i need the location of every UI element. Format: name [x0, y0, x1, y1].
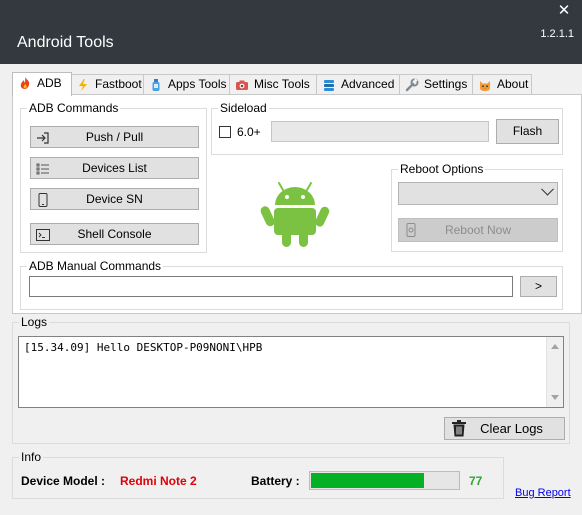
tab-fastboot[interactable]: Fastboot [70, 74, 145, 94]
group-title: Info [19, 450, 44, 464]
logs-group: Logs [15.34.09] Hello DESKTOP-P09NONI\HP… [12, 315, 570, 444]
android6-checkbox[interactable] [219, 126, 231, 138]
reboot-now-button[interactable]: Reboot Now [398, 218, 558, 242]
battery-value: 77 [469, 474, 483, 488]
device-model-value: Redmi Note 2 [120, 474, 197, 488]
group-title: ADB Commands [27, 101, 121, 115]
android6-label: 6.0+ [237, 125, 261, 139]
battery-label: Battery : [251, 474, 300, 488]
tab-label: ADB [37, 76, 62, 90]
battery-fill [311, 473, 424, 488]
sideload-group: Sideload 6.0+ Flash [211, 101, 563, 155]
tab-label: Apps Tools [168, 77, 227, 91]
camera-icon [236, 80, 248, 90]
list-icon [36, 163, 49, 175]
version-label: 1.2.1.1 [540, 28, 574, 40]
flash-button[interactable]: Flash [496, 119, 559, 144]
login-arrow-icon [37, 132, 49, 144]
window-title: Android Tools [17, 34, 114, 51]
adb-commands-group: ADB Commands Push / Pull Devices List De… [20, 101, 207, 253]
log-line: [15.34.09] Hello DESKTOP-P09NONI\HPB [24, 341, 263, 354]
tab-label: Advanced [341, 77, 395, 91]
reboot-options-group: Reboot Options Reboot Now [391, 162, 563, 252]
scroll-up-icon[interactable] [551, 344, 559, 349]
push-pull-button[interactable]: Push / Pull [30, 126, 199, 148]
chevron-down-icon [541, 182, 554, 196]
device-sn-button[interactable]: Device SN [30, 188, 199, 210]
send-command-button[interactable]: > [520, 276, 557, 297]
group-title: Reboot Options [398, 162, 486, 176]
tab-adb[interactable]: ADB [12, 72, 72, 96]
tab-settings[interactable]: Settings [399, 74, 474, 94]
stack-icon [324, 80, 334, 91]
tab-about[interactable]: About [472, 74, 532, 94]
info-group: Info Device Model : Redmi Note 2 Battery… [12, 450, 504, 499]
manual-command-input[interactable] [29, 276, 513, 297]
group-title: ADB Manual Commands [27, 259, 164, 273]
tab-apps-tools[interactable]: Apps Tools [143, 74, 231, 94]
bottle-icon [152, 79, 160, 91]
shell-console-button[interactable]: Shell Console [30, 223, 199, 245]
scroll-down-icon[interactable] [551, 395, 559, 400]
lightning-icon [79, 79, 87, 91]
battery-progress-bar [309, 471, 460, 490]
tab-label: Settings [424, 77, 468, 91]
log-scrollbar[interactable] [546, 337, 563, 407]
tab-misc-tools[interactable]: Misc Tools [229, 74, 318, 94]
trash-icon [452, 420, 466, 437]
android-logo [260, 182, 330, 247]
close-icon[interactable]: ✕ [556, 3, 572, 19]
phone-icon [38, 193, 48, 207]
tab-label: Misc Tools [254, 77, 310, 91]
phone-icon [406, 223, 416, 237]
wrench-icon [405, 78, 419, 92]
fire-icon [20, 77, 30, 89]
terminal-icon [36, 229, 50, 241]
clear-logs-button[interactable]: Clear Logs [444, 417, 565, 440]
devices-list-button[interactable]: Devices List [30, 157, 199, 179]
adb-manual-commands-group: ADB Manual Commands > [20, 259, 563, 310]
sideload-path-field[interactable] [271, 121, 489, 142]
bug-report-link[interactable]: Bug Report [515, 487, 571, 499]
group-title: Logs [19, 315, 50, 329]
tab-advanced[interactable]: Advanced [316, 74, 401, 94]
title-bar: Android Tools 1.2.1.1 ✕ [0, 0, 582, 64]
tab-label: About [497, 77, 529, 91]
group-title: Sideload [218, 101, 269, 115]
device-model-label: Device Model : [21, 474, 106, 488]
cat-icon [480, 81, 490, 91]
adb-tab-panel: ADB Commands Push / Pull Devices List De… [12, 94, 582, 314]
tab-label: Fastboot [95, 77, 142, 91]
log-output[interactable]: [15.34.09] Hello DESKTOP-P09NONI\HPB [18, 336, 564, 408]
reboot-mode-select[interactable] [398, 182, 558, 205]
